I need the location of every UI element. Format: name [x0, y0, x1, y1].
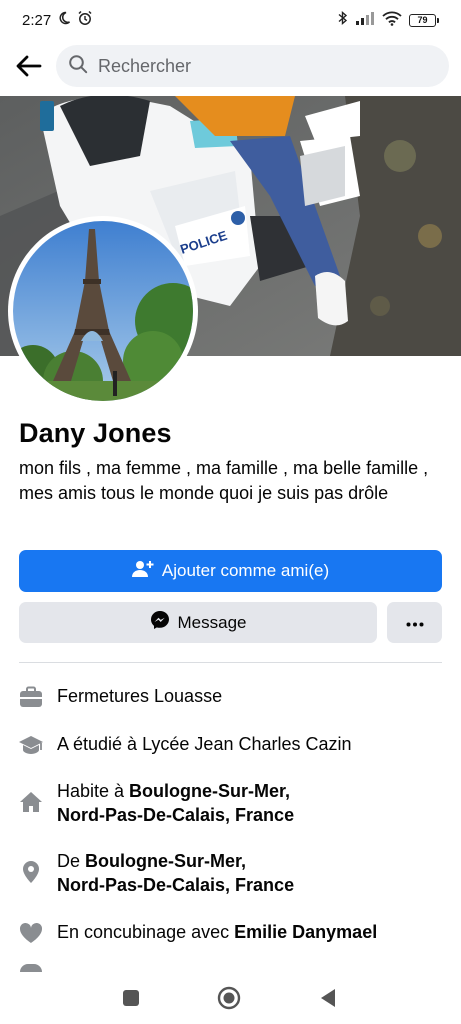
add-friend-icon: [131, 560, 154, 583]
battery-icon: 79: [409, 13, 439, 27]
triangle-back-icon[interactable]: [316, 986, 340, 1010]
from-region[interactable]: Nord-Pas-De-Calais, France: [57, 875, 294, 895]
alarm-icon: [77, 10, 93, 30]
briefcase-icon: [18, 684, 44, 710]
add-friend-button[interactable]: Ajouter comme ami(e): [19, 550, 442, 592]
relationship-prefix: En concubinage avec: [57, 922, 235, 942]
detail-work: Fermetures Louasse: [18, 684, 222, 710]
lives-city[interactable]: Boulogne-Sur-Mer,: [129, 781, 290, 801]
message-label: Message: [177, 612, 247, 632]
detail-lives-in-text: Habite à Boulogne-Sur-Mer, Nord-Pas-De-C…: [57, 779, 294, 827]
battery-level: 79: [409, 13, 436, 27]
detail-education: A étudié à Lycée Jean Charles Cazin: [18, 732, 352, 758]
more-horizontal-icon: [406, 614, 424, 632]
detail-relationship-text: En concubinage avec Emilie Danymael: [57, 920, 377, 944]
search-icon: [68, 54, 88, 79]
more-options-button[interactable]: [387, 602, 442, 643]
detail-from-text: De Boulogne-Sur-Mer, Nord-Pas-De-Calais,…: [57, 849, 294, 897]
status-right: 79: [338, 10, 439, 30]
from-city[interactable]: Boulogne-Sur-Mer,: [85, 851, 246, 871]
home-icon: [18, 789, 44, 815]
top-app-bar: Rechercher: [0, 44, 461, 88]
arrow-left-icon[interactable]: [14, 51, 44, 81]
detail-lives-in: Habite à Boulogne-Sur-Mer, Nord-Pas-De-C…: [18, 779, 294, 827]
status-time: 2:27: [22, 11, 52, 29]
avatar[interactable]: [8, 216, 198, 406]
message-button[interactable]: Message: [19, 602, 377, 643]
profile-name: Dany Jones: [19, 418, 172, 448]
profile-bio: mon fils , ma femme , ma famille , ma be…: [19, 458, 429, 503]
detail-from: De Boulogne-Sur-Mer, Nord-Pas-De-Calais,…: [18, 849, 294, 897]
detail-education-text: A étudié à Lycée Jean Charles Cazin: [57, 734, 352, 754]
add-friend-label: Ajouter comme ami(e): [161, 561, 330, 580]
messenger-icon: [150, 610, 170, 635]
circle-home-icon[interactable]: [217, 986, 241, 1010]
search-input[interactable]: Rechercher: [56, 45, 449, 87]
graduation-cap-icon: [18, 732, 44, 758]
system-nav-bar: [0, 972, 461, 1024]
search-placeholder: Rechercher: [98, 55, 192, 76]
location-pin-icon: [18, 859, 44, 885]
status-left: 2:27: [22, 10, 93, 30]
relationship-partner[interactable]: Emilie Danymael: [234, 922, 377, 942]
heart-icon: [18, 920, 44, 946]
detail-work-text: Fermetures Louasse: [57, 686, 223, 706]
from-prefix: De: [57, 851, 86, 871]
avatar-photo: [13, 221, 193, 401]
next-detail-icon: [20, 964, 42, 972]
lives-prefix: Habite à: [57, 781, 130, 801]
status-bar: 2:27 79: [0, 0, 461, 40]
lives-region[interactable]: Nord-Pas-De-Calais, France: [57, 805, 294, 825]
moon-icon: [57, 11, 71, 29]
square-icon[interactable]: [119, 986, 143, 1010]
wifi-icon: [382, 11, 402, 30]
divider: [19, 662, 442, 663]
signal-icon: [355, 11, 375, 29]
bluetooth-icon: [338, 10, 348, 30]
detail-relationship: En concubinage avec Emilie Danymael: [18, 920, 377, 946]
